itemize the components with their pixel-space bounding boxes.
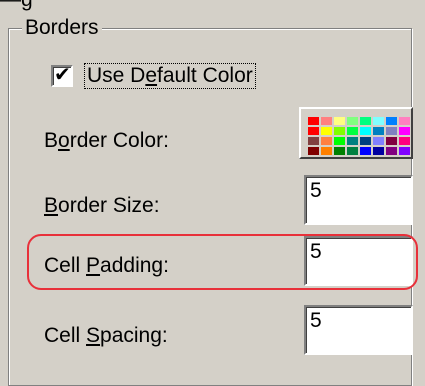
border-color-picker-button[interactable] xyxy=(299,107,413,159)
use-default-color-option[interactable]: ✔ Use Default Color xyxy=(51,62,256,90)
color-swatch xyxy=(321,137,332,145)
color-swatch xyxy=(399,137,410,145)
checkmark-icon: ✔ xyxy=(54,64,71,86)
color-swatch xyxy=(321,147,332,155)
color-swatch xyxy=(360,117,371,125)
color-swatch xyxy=(334,127,345,135)
color-swatch xyxy=(373,117,384,125)
color-swatch xyxy=(308,117,319,125)
color-swatch xyxy=(321,117,332,125)
color-swatch xyxy=(360,127,371,135)
color-swatch xyxy=(308,147,319,155)
color-swatch xyxy=(399,127,410,135)
cell-padding-input[interactable]: 5 xyxy=(304,236,413,286)
border-size-label: Border Size: xyxy=(44,194,160,217)
color-swatch xyxy=(347,147,358,155)
cell-spacing-label: Cell Spacing: xyxy=(44,324,168,347)
cell-padding-label: Cell Padding: xyxy=(44,254,169,277)
color-swatch xyxy=(347,127,358,135)
color-swatch xyxy=(347,117,358,125)
color-swatch xyxy=(360,147,371,155)
borders-dialog: —g Borders ✔ Use Default Color Border Co… xyxy=(0,0,425,386)
use-default-color-label[interactable]: Use Default Color xyxy=(84,63,256,89)
border-color-label: Border Color: xyxy=(44,129,169,152)
clipped-top-text: —g xyxy=(0,0,130,11)
color-swatch xyxy=(308,127,319,135)
color-swatch xyxy=(334,137,345,145)
color-swatch xyxy=(373,147,384,155)
color-swatch xyxy=(386,127,397,135)
color-swatch xyxy=(386,147,397,155)
color-swatch xyxy=(386,117,397,125)
border-size-input[interactable]: 5 xyxy=(304,175,413,225)
color-palette-icon xyxy=(308,117,410,155)
color-swatch xyxy=(334,117,345,125)
borders-group-title: Borders xyxy=(22,15,102,41)
color-swatch xyxy=(399,117,410,125)
color-swatch xyxy=(386,137,397,145)
cell-spacing-input[interactable]: 5 xyxy=(304,305,413,355)
color-swatch xyxy=(373,127,384,135)
color-swatch xyxy=(347,137,358,145)
color-swatch xyxy=(321,127,332,135)
color-swatch xyxy=(308,137,319,145)
use-default-color-checkbox[interactable]: ✔ xyxy=(51,64,73,87)
color-swatch xyxy=(334,147,345,155)
color-swatch xyxy=(399,147,410,155)
color-swatch xyxy=(360,137,371,145)
color-swatch xyxy=(373,137,384,145)
